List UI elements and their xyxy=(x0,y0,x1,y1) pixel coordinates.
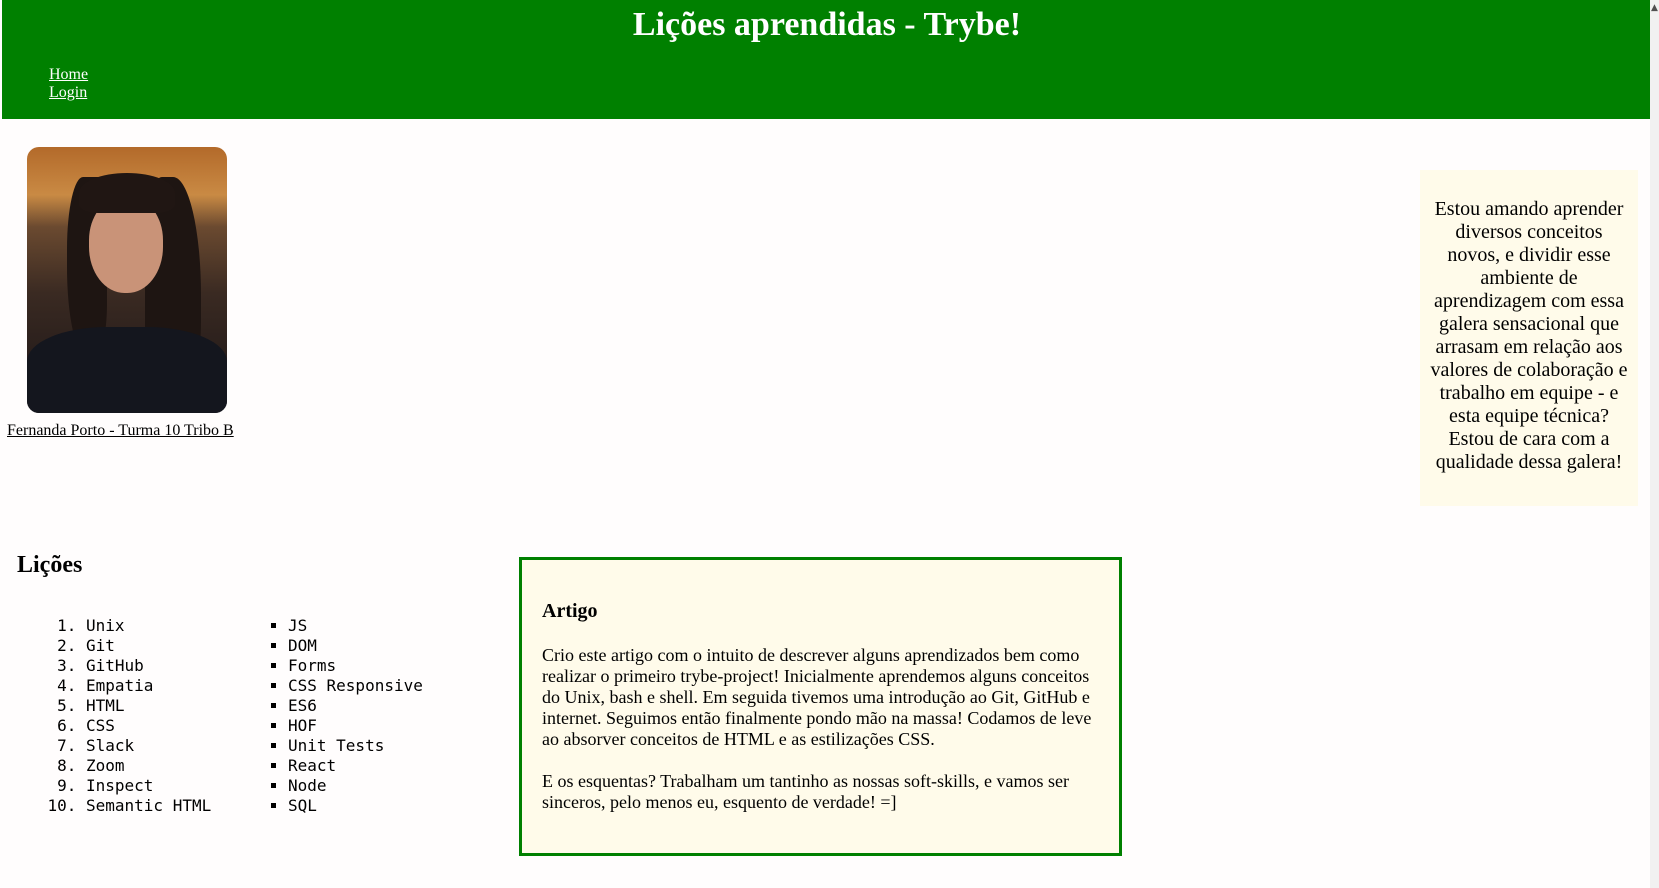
list-item: HTML xyxy=(86,696,211,716)
list-item: CSS Responsive xyxy=(288,676,423,696)
artigo-paragraph-2: E os esquentas? Trabalham um tantinho as… xyxy=(542,771,1069,812)
artigo-title: Artigo xyxy=(542,600,598,622)
nav-item-login: Login xyxy=(49,84,88,102)
list-item: Git xyxy=(86,636,211,656)
licoes-title: Lições xyxy=(17,552,83,578)
home-link[interactable]: Home xyxy=(49,66,88,83)
list-item: Semantic HTML xyxy=(86,796,211,816)
page: Lições aprendidas - Trybe! Home Login Fe… xyxy=(0,0,1659,888)
profile-caption-link[interactable]: Fernanda Porto - Turma 10 Tribo B xyxy=(7,422,234,440)
list-item: Inspect xyxy=(86,776,211,796)
login-link[interactable]: Login xyxy=(49,84,87,101)
profile-photo xyxy=(27,147,227,413)
photo-hair-top xyxy=(79,173,175,213)
page-title: Lições aprendidas - Trybe! xyxy=(632,6,1022,43)
aside-note: Estou amando aprender diversos conceitos… xyxy=(1420,170,1638,506)
list-item: DOM xyxy=(288,636,423,656)
photo-shirt xyxy=(27,327,227,413)
list-item: ES6 xyxy=(288,696,423,716)
list-item: Unix xyxy=(86,616,211,636)
list-item: Forms xyxy=(288,656,423,676)
list-item: Empatia xyxy=(86,676,211,696)
list-item: Unit Tests xyxy=(288,736,423,756)
list-item: React xyxy=(288,756,423,776)
list-item: Slack xyxy=(86,736,211,756)
vertical-scrollbar[interactable]: ▲ xyxy=(1650,0,1659,888)
aside-text: Estou amando aprender diversos conceitos… xyxy=(1430,198,1628,473)
list-item: JS xyxy=(288,616,423,636)
list-item: Zoom xyxy=(86,756,211,776)
nav-item-home: Home xyxy=(49,66,88,84)
licoes-ordered-list: Unix Git GitHub Empatia HTML CSS Slack Z… xyxy=(48,616,211,816)
licoes-unordered-list: JS DOM Forms CSS Responsive ES6 HOF Unit… xyxy=(270,616,423,816)
list-item: CSS xyxy=(86,716,211,736)
list-item: Node xyxy=(288,776,423,796)
list-item: SQL xyxy=(288,796,423,816)
scroll-up-arrow-icon[interactable]: ▲ xyxy=(1651,4,1658,18)
artigo-paragraph-1: Crio este artigo com o intuito de descre… xyxy=(542,645,1092,749)
list-item: HOF xyxy=(288,716,423,736)
nav-menu: Home Login xyxy=(49,66,88,102)
site-header: Lições aprendidas - Trybe! Home Login xyxy=(2,0,1652,119)
artigo-box: Artigo Crio este artigo com o intuito de… xyxy=(519,557,1122,856)
list-item: GitHub xyxy=(86,656,211,676)
